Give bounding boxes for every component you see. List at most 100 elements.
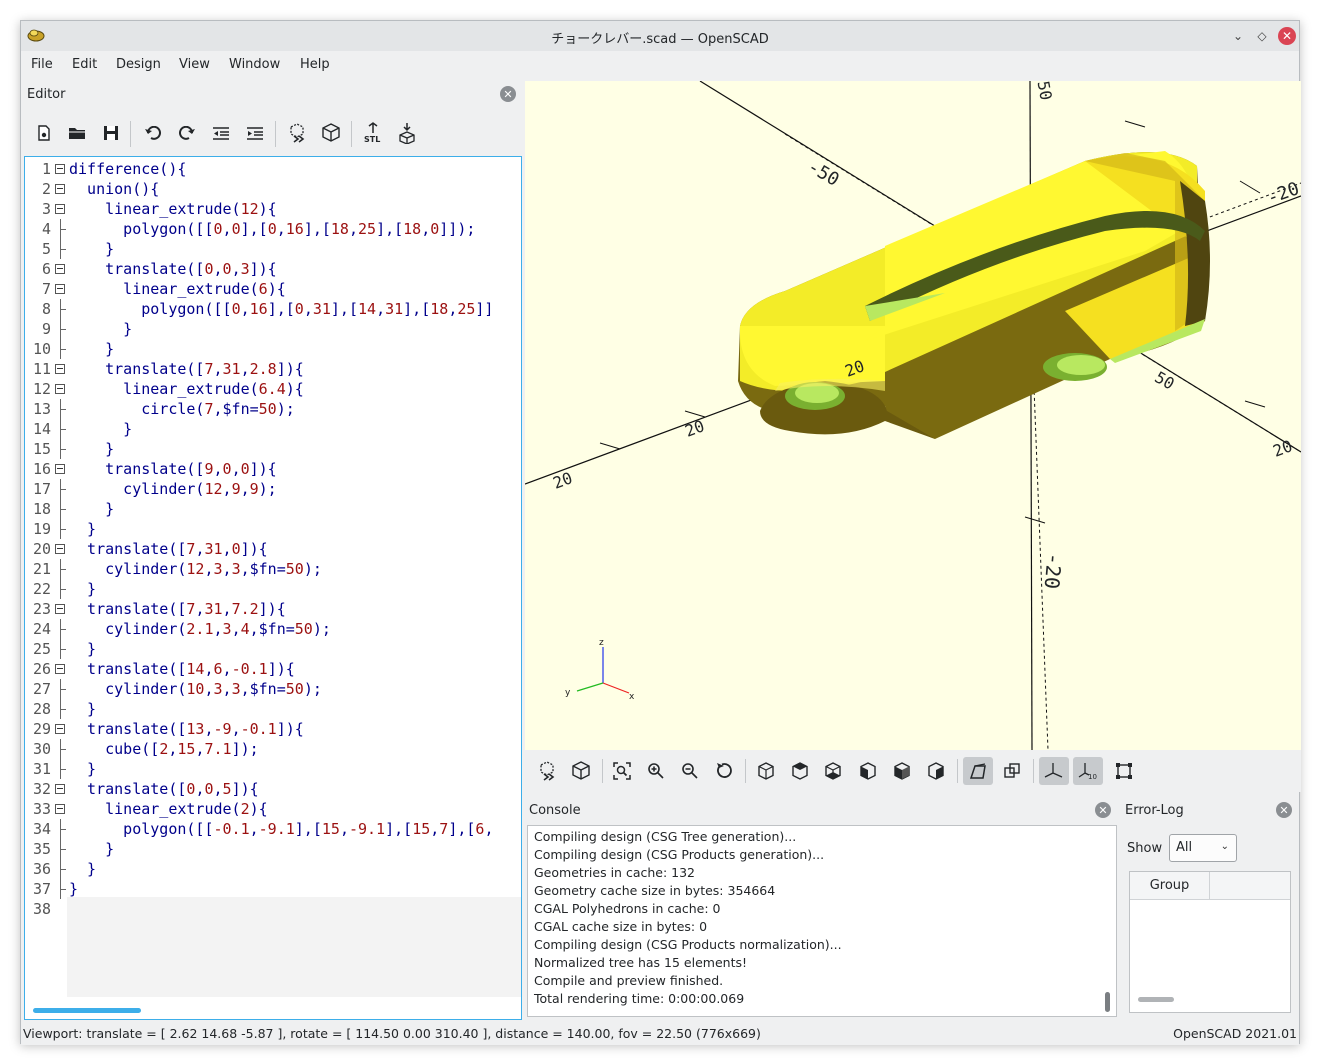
code-line[interactable]: 6 translate([0,0,3]){ xyxy=(25,259,521,279)
view-all-button[interactable] xyxy=(607,757,637,785)
indent-button[interactable] xyxy=(242,120,268,146)
zoom-out-button[interactable] xyxy=(675,757,705,785)
reset-view-button[interactable] xyxy=(709,757,739,785)
view-bottom-button[interactable] xyxy=(818,757,848,785)
new-file-button[interactable] xyxy=(31,120,57,146)
view-back-button[interactable] xyxy=(921,757,951,785)
fold-toggle-icon[interactable] xyxy=(55,784,65,794)
render-button[interactable] xyxy=(566,757,596,785)
preview-button[interactable] xyxy=(532,757,562,785)
code-line[interactable]: 2 union(){ xyxy=(25,179,521,199)
code-line[interactable]: 14 } xyxy=(25,419,521,439)
show-edges-button[interactable] xyxy=(1109,757,1139,785)
code-line[interactable]: 16 translate([9,0,0]){ xyxy=(25,459,521,479)
code-line[interactable]: 34 polygon([[-0.1,-9.1],[15,-9.1],[15,7]… xyxy=(25,819,521,839)
code-line[interactable]: 28 } xyxy=(25,699,521,719)
render-button[interactable] xyxy=(318,120,344,146)
code-line[interactable]: 26 translate([14,6,-0.1]){ xyxy=(25,659,521,679)
fold-toggle-icon[interactable] xyxy=(55,604,65,614)
code-line[interactable]: 31 } xyxy=(25,759,521,779)
code-line[interactable]: 18 } xyxy=(25,499,521,519)
fold-toggle-icon[interactable] xyxy=(55,284,65,294)
fold-toggle-icon[interactable] xyxy=(55,164,65,174)
code-line[interactable]: 5 } xyxy=(25,239,521,259)
fold-toggle-icon[interactable] xyxy=(55,544,65,554)
code-line[interactable]: 33 linear_extrude(2){ xyxy=(25,799,521,819)
code-line[interactable]: 11 translate([7,31,2.8]){ xyxy=(25,359,521,379)
unindent-button[interactable] xyxy=(208,120,234,146)
menu-window[interactable]: Window xyxy=(229,57,280,72)
fold-toggle-icon[interactable] xyxy=(55,364,65,374)
undo-button[interactable] xyxy=(140,120,166,146)
editor-horizontal-scrollbar[interactable] xyxy=(33,1008,141,1013)
menu-design[interactable]: Design xyxy=(116,57,161,72)
orthogonal-button[interactable] xyxy=(997,757,1027,785)
view-right-button[interactable] xyxy=(751,757,781,785)
code-line[interactable]: 35 } xyxy=(25,839,521,859)
menu-file[interactable]: File xyxy=(31,57,53,72)
code-line[interactable]: 12 linear_extrude(6.4){ xyxy=(25,379,521,399)
code-line[interactable]: 29 translate([13,-9,-0.1]){ xyxy=(25,719,521,739)
console-close-button[interactable]: ✕ xyxy=(1095,802,1111,818)
maximize-button[interactable]: ◇ xyxy=(1253,27,1271,45)
view-left-button[interactable] xyxy=(853,757,883,785)
code-line[interactable]: 25 } xyxy=(25,639,521,659)
code-line[interactable]: 27 cylinder(10,3,3,$fn=50); xyxy=(25,679,521,699)
fold-toggle-icon[interactable] xyxy=(55,384,65,394)
open-file-button[interactable] xyxy=(64,120,90,146)
export-stl-button[interactable]: STL xyxy=(360,120,386,146)
code-line[interactable]: 37} xyxy=(25,879,521,899)
code-line[interactable]: 7 linear_extrude(6){ xyxy=(25,279,521,299)
view-front-button[interactable] xyxy=(887,757,917,785)
code-line[interactable]: 15 } xyxy=(25,439,521,459)
code-line[interactable]: 8 polygon([[0,16],[0,31],[14,31],[18,25]… xyxy=(25,299,521,319)
fold-toggle-icon[interactable] xyxy=(55,724,65,734)
3d-viewport[interactable]: 50 -50 -20 20 50 20 20 20 -20 z x y xyxy=(525,81,1301,750)
code-line[interactable]: 20 translate([7,31,0]){ xyxy=(25,539,521,559)
console-output[interactable]: Compiling design (CSG Tree generation)..… xyxy=(527,825,1117,1017)
preview-button[interactable] xyxy=(284,120,310,146)
fold-toggle-icon[interactable] xyxy=(55,264,65,274)
code-line[interactable]: 30 cube([2,15,7.1]); xyxy=(25,739,521,759)
code-line[interactable]: 10 } xyxy=(25,339,521,359)
error-log-table[interactable]: Group xyxy=(1129,871,1291,1013)
view-top-button[interactable] xyxy=(785,757,815,785)
code-editor[interactable]: 1 difference(){2 union(){3 linear_extrude… xyxy=(24,156,522,1020)
fold-toggle-icon[interactable] xyxy=(55,464,65,474)
code-line[interactable]: 38 xyxy=(25,899,521,919)
show-filter-select[interactable]: All ⌄ xyxy=(1169,834,1237,862)
show-axes-button[interactable] xyxy=(1039,757,1069,785)
perspective-button[interactable] xyxy=(963,757,993,785)
code-line[interactable]: 23 translate([7,31,7.2]){ xyxy=(25,599,521,619)
fold-toggle-icon[interactable] xyxy=(55,664,65,674)
code-line[interactable]: 13 circle(7,$fn=50); xyxy=(25,399,521,419)
code-line[interactable]: 9 } xyxy=(25,319,521,339)
code-line[interactable]: 1 difference(){ xyxy=(25,159,521,179)
code-line[interactable]: 36 } xyxy=(25,859,521,879)
fold-toggle-icon[interactable] xyxy=(55,804,65,814)
error-log-close-button[interactable]: ✕ xyxy=(1276,802,1292,818)
minimize-button[interactable]: ⌄ xyxy=(1229,27,1247,45)
code-line[interactable]: 3 linear_extrude(12){ xyxy=(25,199,521,219)
send-to-print-button[interactable] xyxy=(394,120,420,146)
show-scale-button[interactable]: 10 xyxy=(1073,757,1103,785)
code-line[interactable]: 24 cylinder(2.1,3,4,$fn=50); xyxy=(25,619,521,639)
fold-toggle-icon[interactable] xyxy=(55,184,65,194)
menu-edit[interactable]: Edit xyxy=(72,57,97,72)
error-log-horizontal-scrollbar[interactable] xyxy=(1138,997,1174,1002)
code-line[interactable]: 32 translate([0,0,5]){ xyxy=(25,779,521,799)
editor-close-button[interactable]: ✕ xyxy=(500,86,516,102)
menu-view[interactable]: View xyxy=(179,57,210,72)
code-line[interactable]: 22 } xyxy=(25,579,521,599)
code-line[interactable]: 21 cylinder(12,3,3,$fn=50); xyxy=(25,559,521,579)
fold-toggle-icon[interactable] xyxy=(55,204,65,214)
column-group[interactable]: Group xyxy=(1130,872,1210,900)
code-line[interactable]: 17 cylinder(12,9,9); xyxy=(25,479,521,499)
zoom-in-button[interactable] xyxy=(641,757,671,785)
menu-help[interactable]: Help xyxy=(300,57,330,72)
redo-button[interactable] xyxy=(174,120,200,146)
close-window-button[interactable]: ✕ xyxy=(1278,27,1296,45)
save-button[interactable] xyxy=(98,120,124,146)
code-line[interactable]: 19 } xyxy=(25,519,521,539)
code-line[interactable]: 4 polygon([[0,0],[0,16],[18,25],[18,0]])… xyxy=(25,219,521,239)
